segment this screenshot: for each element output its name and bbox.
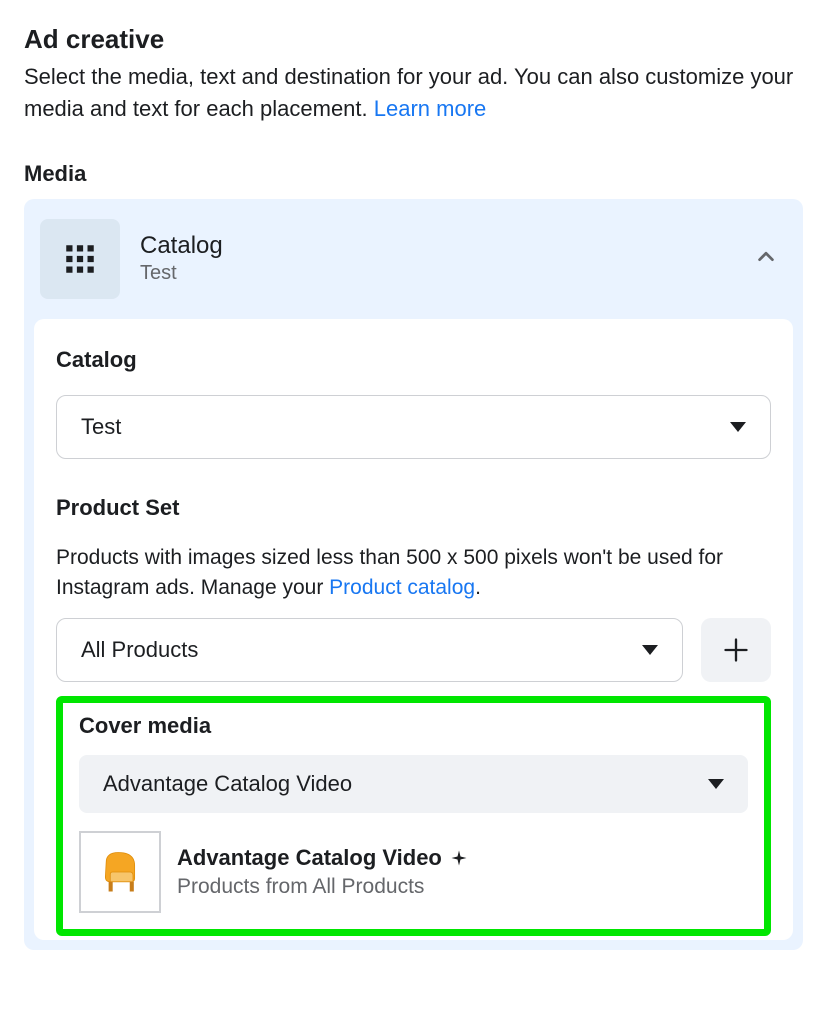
catalog-select-value: Test	[81, 414, 121, 440]
media-panel: Catalog Test Catalog Test Product Set Pr…	[24, 199, 803, 950]
cover-media-preview-subtitle: Products from All Products	[177, 875, 468, 899]
catalog-select[interactable]: Test	[56, 395, 771, 459]
plus-icon	[722, 636, 750, 664]
sparkle-icon	[450, 849, 468, 867]
cover-media-preview: Advantage Catalog Video Products from Al…	[79, 831, 748, 913]
cover-media-select-value: Advantage Catalog Video	[103, 771, 352, 797]
product-catalog-link[interactable]: Product catalog	[329, 576, 475, 599]
inner-card: Catalog Test Product Set Products with i…	[34, 319, 793, 940]
cover-media-select[interactable]: Advantage Catalog Video	[79, 755, 748, 813]
media-label: Media	[24, 161, 803, 187]
caret-down-icon	[730, 422, 746, 432]
cover-media-highlight: Cover media Advantage Catalog Video	[56, 696, 771, 936]
catalog-header[interactable]: Catalog Test	[34, 215, 793, 319]
catalog-option-title: Catalog	[140, 232, 223, 260]
product-set-row: All Products	[56, 618, 771, 682]
product-set-select-value: All Products	[81, 637, 198, 663]
product-set-label: Product Set	[56, 495, 771, 521]
caret-down-icon	[642, 645, 658, 655]
grid-icon	[65, 244, 95, 274]
cover-media-label: Cover media	[79, 713, 748, 739]
catalog-option-subtitle: Test	[140, 262, 223, 285]
cover-media-preview-text: Advantage Catalog Video Products from Al…	[177, 845, 468, 899]
product-set-help: Products with images sized less than 500…	[56, 543, 771, 604]
cover-media-preview-title: Advantage Catalog Video	[177, 845, 468, 871]
product-set-select[interactable]: All Products	[56, 618, 683, 682]
page-title: Ad creative	[24, 24, 803, 55]
catalog-field-label: Catalog	[56, 347, 771, 373]
page-description: Select the media, text and destination f…	[24, 61, 803, 125]
preview-title-text: Advantage Catalog Video	[177, 845, 442, 871]
grid-icon-box	[40, 219, 120, 299]
chevron-up-icon[interactable]	[755, 245, 777, 272]
add-product-set-button[interactable]	[701, 618, 771, 682]
learn-more-link[interactable]: Learn more	[374, 96, 487, 121]
cover-media-thumbnail	[79, 831, 161, 913]
caret-down-icon	[708, 779, 724, 789]
catalog-header-text: Catalog Test	[140, 232, 223, 285]
help-suffix: .	[475, 576, 481, 599]
chair-icon	[94, 846, 146, 898]
